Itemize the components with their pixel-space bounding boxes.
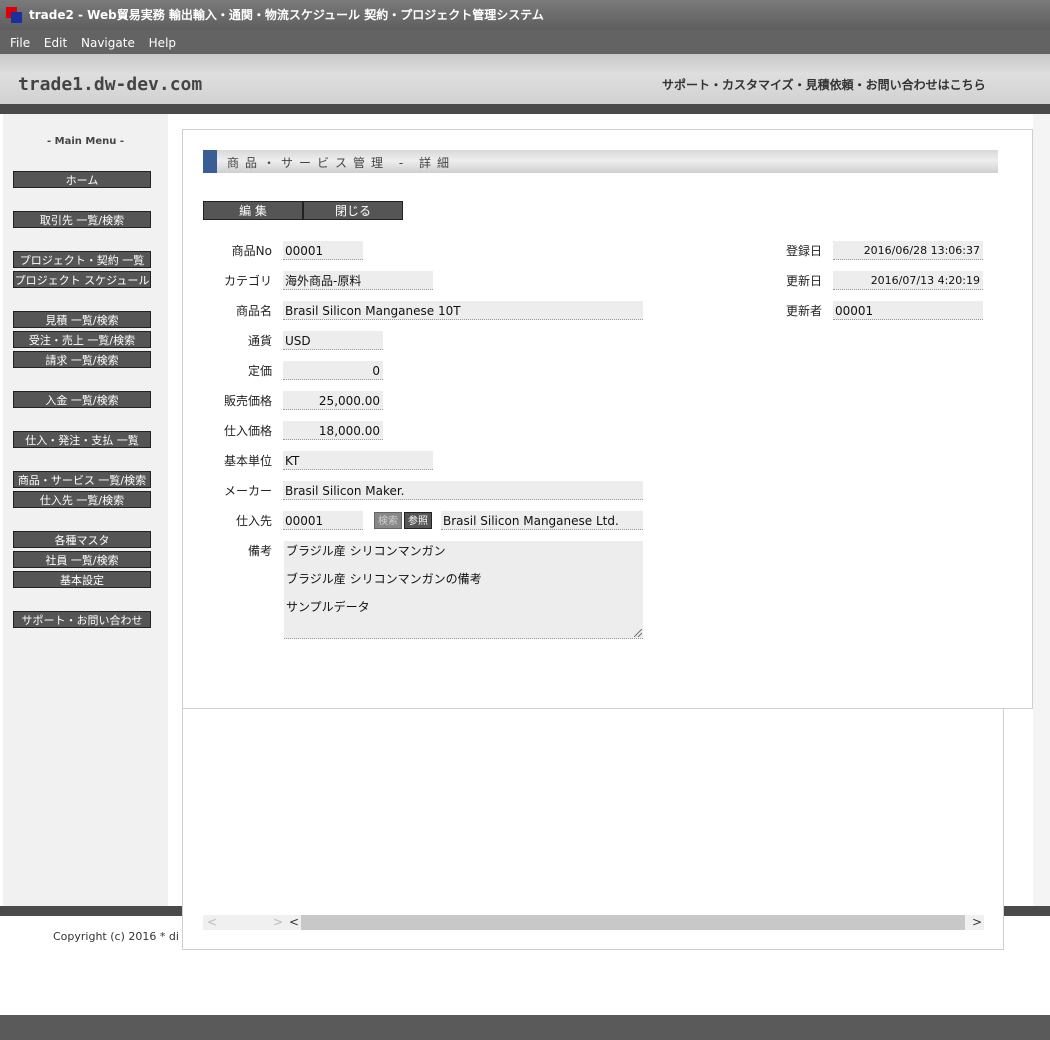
- footer-divider: [0, 906, 182, 916]
- sidebar-item-quotes[interactable]: 見積 一覧/検索: [13, 311, 151, 328]
- lower-panel: [182, 709, 1004, 950]
- sidebar-item-products[interactable]: 商品・サービス 一覧/検索: [13, 471, 151, 488]
- scroll-left-icon[interactable]: <: [289, 915, 299, 930]
- sidebar-item-orders[interactable]: 受注・売上 一覧/検索: [13, 331, 151, 348]
- product-name-field[interactable]: Brasil Silicon Manganese 10T: [283, 301, 643, 320]
- note-textarea[interactable]: ブラジル産 シリコンマンガン ブラジル産 シリコンマンガンの備考 サンプルデータ: [284, 541, 643, 639]
- sidebar-item-projects[interactable]: プロジェクト・契約 一覧: [13, 251, 151, 268]
- label-currency: 通貨: [247, 334, 272, 348]
- sidebar-item-masters[interactable]: 各種マスタ: [13, 531, 151, 548]
- label-product-name: 商品名: [235, 304, 272, 318]
- sidebar-item-home[interactable]: ホーム: [13, 171, 151, 188]
- supplier-lookup-button[interactable]: 参照: [404, 512, 432, 529]
- label-unit: 基本単位: [223, 454, 272, 468]
- horizontal-scrollbar-small[interactable]: < >: [203, 915, 285, 930]
- support-link[interactable]: サポート・カスタマイズ・見積依頼・お問い合わせはこちら: [662, 76, 986, 93]
- sidebar-item-invoices[interactable]: 請求 一覧/検索: [13, 351, 151, 368]
- site-logo[interactable]: trade1.dw-dev.com: [18, 74, 202, 95]
- currency-field[interactable]: USD: [283, 331, 383, 350]
- supplier-name-field[interactable]: Brasil Silicon Manganese Ltd.: [441, 511, 643, 530]
- header-divider: [0, 104, 1050, 114]
- page-header: 商品・サービス管理 - 詳細: [203, 150, 998, 173]
- sidebar-item-project-schedule[interactable]: プロジェクト スケジュール: [13, 271, 151, 288]
- page-header-accent: [203, 150, 217, 173]
- menu-file[interactable]: File: [10, 30, 30, 56]
- page-title: 商品・サービス管理 - 詳細: [227, 156, 455, 170]
- window-titlebar: trade2 - Web貿易実務 輸出輸入・通関・物流スケジュール 契約・プロジ…: [0, 0, 1050, 30]
- menubar: File Edit Navigate Help: [0, 30, 1050, 54]
- right-gutter: [1033, 114, 1050, 906]
- category-field[interactable]: 海外商品-原料: [283, 271, 433, 290]
- updated-field: 2016/07/13 4:20:19: [833, 271, 983, 290]
- unit-field[interactable]: KT: [283, 451, 433, 470]
- sidebar-item-suppliers[interactable]: 仕入先 一覧/検索: [13, 491, 151, 508]
- menu-edit[interactable]: Edit: [44, 30, 67, 56]
- label-product-no: 商品No: [231, 244, 272, 258]
- updated-by-field: 00001: [833, 301, 983, 320]
- bottom-bar: [0, 1015, 1050, 1040]
- close-button[interactable]: 閉じる: [303, 201, 403, 220]
- scroll-right-icon[interactable]: >: [972, 915, 982, 930]
- list-price-field[interactable]: 0: [283, 361, 383, 380]
- site-header: trade1.dw-dev.com サポート・カスタマイズ・見積依頼・お問い合わ…: [0, 54, 1050, 104]
- note-line: ブラジル産 シリコンマンガンの備考: [286, 572, 482, 586]
- label-maker: メーカー: [223, 484, 272, 498]
- label-purchase-price: 仕入価格: [223, 424, 272, 438]
- sale-price-field[interactable]: 25,000.00: [283, 391, 383, 410]
- created-field: 2016/06/28 13:06:37: [833, 241, 983, 260]
- maker-field[interactable]: Brasil Silicon Maker.: [283, 481, 643, 500]
- label-category: カテゴリ: [223, 274, 272, 288]
- main-menu-title: - Main Menu -: [47, 136, 124, 147]
- label-supplier: 仕入先: [235, 514, 272, 528]
- supplier-code-field[interactable]: 00001: [283, 511, 363, 530]
- label-updated-by: 更新者: [785, 304, 822, 318]
- note-line: ブラジル産 シリコンマンガン: [286, 544, 446, 558]
- app-icon: [6, 7, 22, 23]
- sidebar-item-support[interactable]: サポート・お問い合わせ: [13, 611, 151, 628]
- menu-help[interactable]: Help: [149, 30, 176, 56]
- purchase-price-field[interactable]: 18,000.00: [283, 421, 383, 440]
- label-note: 備考: [247, 544, 272, 558]
- sidebar-item-payments-received[interactable]: 入金 一覧/検索: [13, 391, 151, 408]
- scroll-left-icon[interactable]: <: [207, 915, 217, 930]
- label-list-price: 定価: [247, 364, 272, 378]
- menu-navigate[interactable]: Navigate: [81, 30, 135, 56]
- horizontal-scrollbar[interactable]: < >: [285, 915, 984, 930]
- sidebar-item-employees[interactable]: 社員 一覧/検索: [13, 551, 151, 568]
- sidebar: - Main Menu - ホーム 取引先 一覧/検索 プロジェクト・契約 一覧…: [3, 114, 168, 906]
- label-updated: 更新日: [785, 274, 822, 288]
- sidebar-item-settings[interactable]: 基本設定: [13, 571, 151, 588]
- label-created: 登録日: [785, 244, 822, 258]
- window-title: trade2 - Web貿易実務 輸出輸入・通関・物流スケジュール 契約・プロジ…: [29, 8, 544, 22]
- resize-grip-icon[interactable]: [634, 629, 642, 637]
- copyright-text: Copyright (c) 2016 * di: [53, 930, 179, 943]
- scrollbar-thumb[interactable]: [301, 915, 965, 930]
- scroll-right-icon[interactable]: >: [273, 915, 283, 930]
- note-line: サンプルデータ: [286, 600, 370, 614]
- product-no-field[interactable]: 00001: [283, 241, 363, 260]
- footer-divider-right: [1004, 906, 1050, 916]
- sidebar-item-purchases[interactable]: 仕入・発注・支払 一覧: [13, 431, 151, 448]
- supplier-search-button[interactable]: 検索: [374, 512, 402, 529]
- edit-button[interactable]: 編 集: [203, 201, 303, 220]
- label-sale-price: 販売価格: [223, 394, 272, 408]
- sidebar-item-customers[interactable]: 取引先 一覧/検索: [13, 211, 151, 228]
